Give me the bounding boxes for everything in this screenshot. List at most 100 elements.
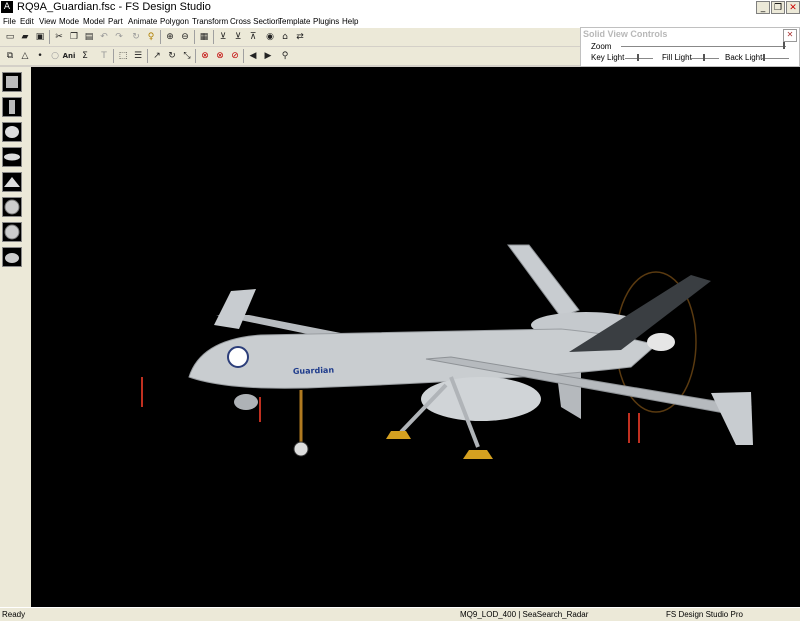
menu-mode[interactable]: Mode — [59, 16, 79, 28]
key-icon[interactable]: ♀ — [144, 30, 158, 44]
rotate-icon[interactable]: ↻ — [165, 49, 179, 63]
zoom-out-icon[interactable]: ⊖ — [178, 30, 192, 44]
point-icon[interactable]: • — [33, 49, 47, 63]
copy-icon[interactable]: ❐ — [67, 30, 81, 44]
mirror-y-icon[interactable]: ⊻ — [231, 30, 245, 44]
menu-file[interactable]: File — [3, 16, 16, 28]
stop3-icon[interactable]: ⊘ — [228, 49, 242, 63]
back-light-knob[interactable] — [763, 54, 765, 61]
select-icon[interactable]: ⧉ — [3, 49, 17, 63]
menu-animate[interactable]: Animate — [128, 16, 157, 28]
binoculars-icon[interactable]: ⚲ — [278, 49, 292, 63]
lines-icon[interactable]: ☰ — [131, 49, 145, 63]
menu-model[interactable]: Model — [83, 16, 105, 28]
mirror-x-icon[interactable]: ⊻ — [216, 30, 230, 44]
sigma-icon[interactable]: Σ — [78, 49, 92, 63]
new-icon[interactable]: ▭ — [3, 30, 17, 44]
cube-icon — [6, 76, 18, 88]
fill-light-knob[interactable] — [703, 54, 705, 61]
capsule-primitive-button[interactable] — [2, 147, 22, 167]
menu-edit[interactable]: Edit — [20, 16, 34, 28]
home-icon[interactable]: ⌂ — [278, 30, 292, 44]
key-light-slider[interactable] — [625, 58, 653, 59]
sphere-icon — [5, 126, 19, 138]
wing-tip-fin — [711, 392, 753, 445]
undo-icon[interactable]: ↶ — [97, 30, 111, 44]
cylinder-primitive-button[interactable] — [2, 97, 22, 117]
left-gear-foot — [386, 431, 411, 439]
link-icon[interactable]: ⇄ — [293, 30, 307, 44]
mirror-z-icon[interactable]: ⊼ — [246, 30, 260, 44]
prev-icon[interactable]: ◀ — [246, 49, 260, 63]
camera-icon[interactable]: ◉ — [263, 30, 277, 44]
stub-wing — [214, 289, 256, 329]
aircraft-model: Guardian — [141, 244, 753, 459]
geosphere-primitive-button[interactable] — [2, 197, 22, 217]
3d-viewport[interactable]: Guardian — [31, 67, 800, 607]
menu-help[interactable]: Help — [342, 16, 358, 28]
menu-plugins[interactable]: Plugins — [313, 16, 339, 28]
cube-primitive-button[interactable] — [2, 72, 22, 92]
menu-cross-section[interactable]: Cross Section — [230, 16, 280, 28]
stop1-icon[interactable]: ⊗ — [198, 49, 212, 63]
main-toolbar: ▭ ▰ ▣ ✂ ❐ ▤ ↶ ↷ ↻ ♀ ⊕ ⊖ ▦ ⊻ ⊻ ⊼ ◉ ⌂ ⇄ — [0, 28, 580, 46]
status-app-name: FS Design Studio Pro — [666, 610, 743, 619]
geosphere2-primitive-button[interactable] — [2, 222, 22, 242]
hemisphere-primitive-button[interactable] — [2, 247, 22, 267]
hemisphere-icon — [5, 253, 19, 263]
toolbar-separator — [195, 49, 196, 63]
status-ready: Ready — [2, 610, 26, 619]
propeller-hub — [647, 333, 675, 351]
cone-icon — [4, 177, 20, 187]
save-icon[interactable]: ▣ — [33, 30, 47, 44]
toolbar-separator — [213, 30, 214, 44]
triangle-icon[interactable]: △ — [18, 49, 32, 63]
cylinder-icon — [9, 100, 15, 114]
open-icon[interactable]: ▰ — [18, 30, 32, 44]
window-title: RQ9A_Guardian.fsc - FS Design Studio — [17, 1, 211, 13]
panel-title: Solid View Controls — [583, 29, 668, 39]
back-light-label: Back Light — [725, 53, 763, 62]
menu-view[interactable]: View — [39, 16, 56, 28]
ani-icon[interactable]: Ani — [61, 49, 77, 63]
stop2-icon[interactable]: ⊗ — [213, 49, 227, 63]
menu-part[interactable]: Part — [108, 16, 123, 28]
app-icon[interactable]: A — [1, 1, 13, 13]
next-icon[interactable]: ▶ — [261, 49, 275, 63]
fuselage-label: Guardian — [293, 366, 335, 376]
title-bar: A RQ9A_Guardian.fsc - FS Design Studio _… — [0, 0, 800, 17]
menu-template[interactable]: Template — [278, 16, 310, 28]
box-select-icon[interactable]: ⬚ — [116, 49, 130, 63]
refresh-icon[interactable]: ↻ — [129, 30, 143, 44]
radar-pod — [421, 377, 541, 421]
tail-fin-upper — [507, 244, 580, 318]
minimize-button[interactable]: _ — [756, 1, 770, 14]
circle-icon[interactable]: ○ — [48, 49, 62, 63]
close-button[interactable]: ✕ — [786, 1, 800, 14]
menu-transform[interactable]: Transform — [192, 16, 228, 28]
dhs-seal — [227, 346, 249, 368]
grid-icon[interactable]: ▦ — [197, 30, 211, 44]
sphere-primitive-button[interactable] — [2, 122, 22, 142]
cone-primitive-button[interactable] — [2, 172, 22, 192]
zoom-slider-knob[interactable] — [783, 42, 785, 49]
solid-view-controls-panel: Solid View Controls ✕ Zoom Key Light Fil… — [580, 27, 800, 67]
back-light-slider[interactable] — [761, 58, 789, 59]
menu-polygon[interactable]: Polygon — [160, 16, 189, 28]
panel-close-button[interactable]: ✕ — [783, 29, 797, 42]
redo-icon[interactable]: ↷ — [112, 30, 126, 44]
arrow-icon[interactable]: ↗ — [150, 49, 164, 63]
key-light-knob[interactable] — [637, 54, 639, 61]
primitive-toolbar — [0, 67, 31, 607]
fill-light-slider[interactable] — [691, 58, 719, 59]
zoom-in-icon[interactable]: ⊕ — [163, 30, 177, 44]
maximize-button[interactable]: ❐ — [771, 1, 785, 14]
paste-icon[interactable]: ▤ — [82, 30, 96, 44]
zoom-slider[interactable] — [621, 46, 786, 47]
scale-icon[interactable]: ⤡ — [180, 49, 194, 63]
nose-wheel — [293, 441, 309, 457]
key-light-label: Key Light — [591, 53, 625, 62]
cut-icon[interactable]: ✂ — [52, 30, 66, 44]
toolbar-separator — [160, 30, 161, 44]
text-icon[interactable]: T — [97, 49, 111, 63]
